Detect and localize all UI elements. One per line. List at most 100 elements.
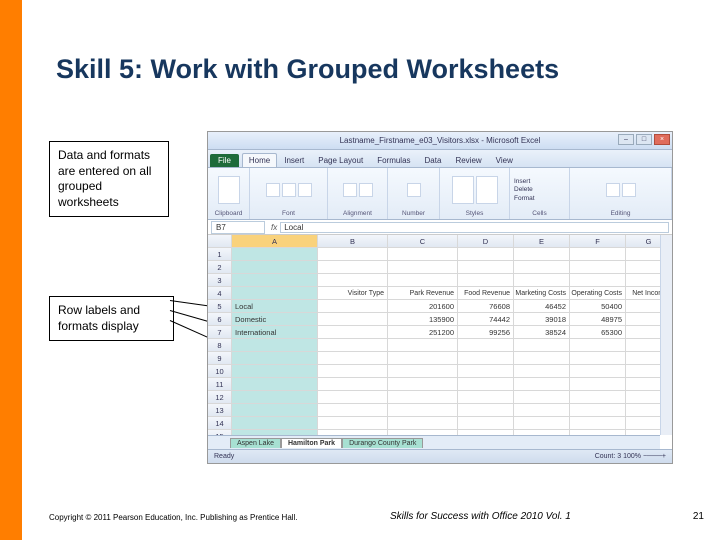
cell[interactable]: 38524 [514,326,570,339]
delete-cells-button[interactable]: Delete [514,186,533,193]
cell[interactable]: Net Income [626,287,660,300]
cell[interactable] [458,417,514,430]
cell[interactable]: 201600 [388,300,458,313]
cell[interactable] [626,313,660,326]
cell[interactable]: 135900 [388,313,458,326]
cell[interactable] [318,248,388,261]
cell[interactable]: Domestic [232,313,318,326]
row-header[interactable]: 4 [208,287,232,300]
sheet-tab-hamilton-park[interactable]: Hamilton Park [281,438,342,448]
cell[interactable]: 251200 [388,326,458,339]
cell[interactable] [458,352,514,365]
minimize-button[interactable]: ‒ [618,134,634,145]
format-cells-button[interactable]: Format [514,195,535,202]
row-header[interactable]: 10 [208,365,232,378]
italic-button[interactable] [282,183,296,197]
cell[interactable] [318,300,388,313]
cell[interactable]: Marketing Costs [514,287,570,300]
col-header-g[interactable]: G [626,235,660,248]
cell[interactable] [232,417,318,430]
cell[interactable]: 65300 [570,326,626,339]
cell[interactable]: 50400 [570,300,626,313]
cell[interactable] [626,417,660,430]
cell[interactable] [570,352,626,365]
cell[interactable] [318,378,388,391]
cell[interactable] [318,326,388,339]
cell[interactable] [626,248,660,261]
cell[interactable] [232,391,318,404]
cell[interactable] [388,378,458,391]
cell[interactable] [388,404,458,417]
col-header-a[interactable]: A [232,235,318,248]
cell[interactable]: 74442 [458,313,514,326]
cell[interactable] [626,261,660,274]
cell[interactable] [570,378,626,391]
row-header[interactable]: 11 [208,378,232,391]
row-header[interactable]: 6 [208,313,232,326]
maximize-button[interactable]: □ [636,134,652,145]
cell[interactable] [388,274,458,287]
cell[interactable] [318,391,388,404]
cell[interactable] [514,365,570,378]
tab-data[interactable]: Data [418,153,449,167]
align-left-button[interactable] [343,183,357,197]
cell[interactable]: International [232,326,318,339]
cell[interactable] [626,391,660,404]
cell[interactable] [318,365,388,378]
cell[interactable] [514,274,570,287]
align-center-button[interactable] [359,183,373,197]
row-header[interactable]: 1 [208,248,232,261]
tab-review[interactable]: Review [448,153,488,167]
cell[interactable] [232,352,318,365]
cell[interactable] [388,365,458,378]
row-header[interactable]: 13 [208,404,232,417]
row-header[interactable]: 12 [208,391,232,404]
row-header[interactable]: 3 [208,274,232,287]
cell[interactable] [232,404,318,417]
col-header-f[interactable]: F [570,235,626,248]
number-format-button[interactable] [407,183,421,197]
cell[interactable] [458,339,514,352]
cell[interactable] [626,365,660,378]
underline-button[interactable] [298,183,312,197]
cell[interactable] [626,378,660,391]
cell[interactable]: 48975 [570,313,626,326]
fx-icon[interactable]: fx [271,223,277,232]
cell[interactable] [570,339,626,352]
sheet-tab-durango[interactable]: Durango County Park [342,438,423,448]
cell[interactable] [514,404,570,417]
cell[interactable] [318,404,388,417]
cell[interactable] [458,248,514,261]
tab-page-layout[interactable]: Page Layout [311,153,370,167]
cell[interactable] [388,391,458,404]
cell[interactable] [626,326,660,339]
conditional-formatting-button[interactable] [452,176,474,204]
tab-formulas[interactable]: Formulas [370,153,417,167]
formula-bar[interactable]: Local [280,222,669,233]
cell[interactable] [570,248,626,261]
col-header-c[interactable]: C [388,235,458,248]
sort-filter-button[interactable] [622,183,636,197]
row-header[interactable]: 7 [208,326,232,339]
cell[interactable] [318,417,388,430]
cell[interactable] [458,391,514,404]
cell[interactable] [514,339,570,352]
cell[interactable] [388,417,458,430]
cell[interactable]: 99256 [458,326,514,339]
cell[interactable] [458,261,514,274]
col-header-d[interactable]: D [458,235,514,248]
cell[interactable] [232,274,318,287]
cell[interactable] [570,404,626,417]
tab-insert[interactable]: Insert [277,153,311,167]
cell[interactable] [570,417,626,430]
cell[interactable]: Visitor Type [318,287,388,300]
cell[interactable] [626,352,660,365]
cell[interactable] [388,339,458,352]
cell[interactable] [232,261,318,274]
cell[interactable] [318,339,388,352]
cell[interactable] [626,404,660,417]
cell[interactable] [458,365,514,378]
row-header[interactable]: 14 [208,417,232,430]
cell[interactable] [388,248,458,261]
cell[interactable] [232,378,318,391]
